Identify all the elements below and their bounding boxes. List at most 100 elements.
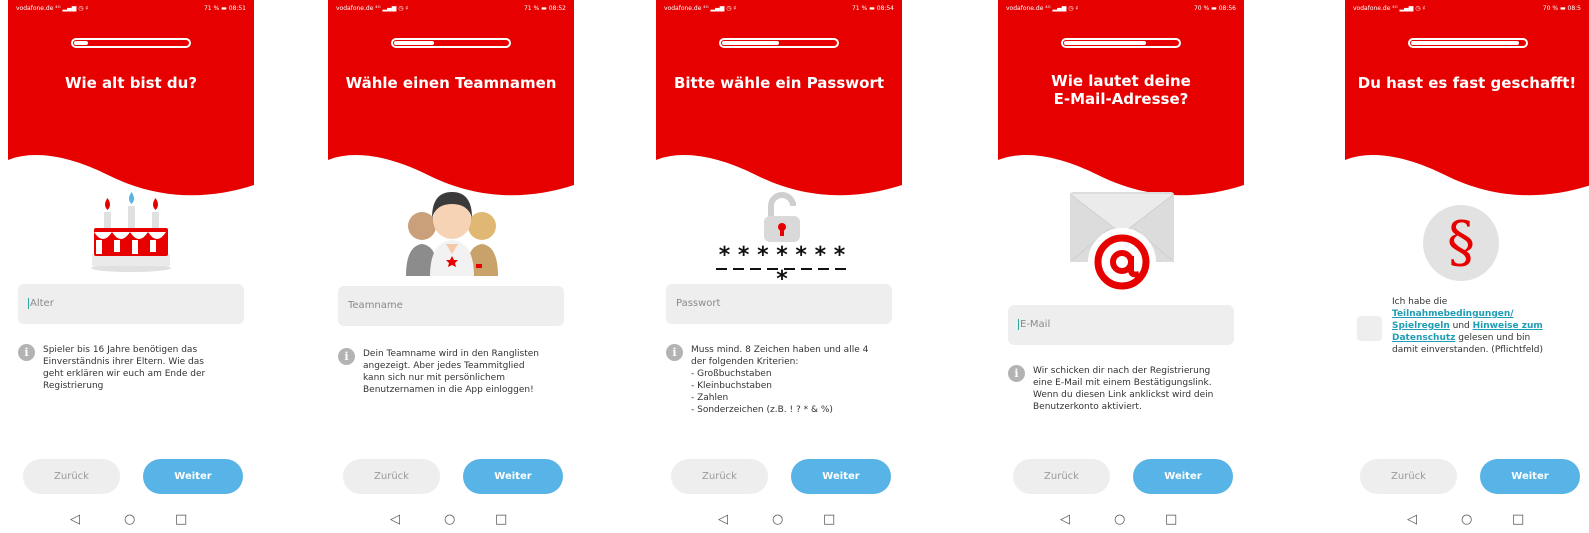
next-button[interactable]: Weiter: [1133, 459, 1233, 494]
status-bar: vodafone.de ⁴ᴳ ▂▄▆ ◷ ♯ 71 % ▬ 08:54: [656, 0, 902, 18]
consent-tail: gelesen und bin: [1455, 333, 1531, 343]
info-line: Spieler bis 16 Jahre benötigen das: [43, 345, 198, 355]
progress-fill: [394, 41, 434, 45]
page-title: Wie alt bist du?: [64, 74, 198, 92]
screen-age: vodafone.de ⁴ᴳ ▂▄▆ ◷ ♯ 71 % ▬ 08:51 Wie …: [8, 0, 254, 533]
info-text: Dein Teamname wird in den Ranglisten ang…: [363, 348, 568, 396]
info-line: - Großbuchstaben: [691, 369, 772, 379]
progress-bar: [1408, 38, 1528, 48]
info-line: Einverständnis ihrer Eltern. Wie das: [43, 357, 204, 367]
password-placeholder: Passwort: [676, 298, 721, 309]
consent-line: Ich habe die: [1392, 297, 1448, 307]
page-title-line: E-Mail-Adresse?: [1053, 90, 1189, 108]
android-nav-bar: ◁ ○ □: [1345, 508, 1589, 533]
rules-link[interactable]: Spielregeln: [1392, 321, 1450, 331]
back-button[interactable]: Zurück: [1360, 459, 1457, 494]
status-carrier: vodafone.de ⁴ᴳ ▂▄▆ ◷ ♯: [336, 5, 409, 12]
nav-home-icon[interactable]: ○: [444, 512, 455, 527]
info-line: Benutzernamen in die App einloggen!: [363, 385, 534, 395]
info-line: - Kleinbuchstaben: [691, 381, 773, 391]
progress-bar: [1061, 38, 1181, 48]
screen-email: vodafone.de ⁴ᴳ ▂▄▆ ◷ ♯ 70 % ▬ 08:56 Wie …: [998, 0, 1244, 533]
back-button[interactable]: Zurück: [671, 459, 768, 494]
paragraph-sign-icon: §: [1423, 205, 1499, 281]
nav-back-icon[interactable]: ◁: [390, 512, 400, 527]
nav-recents-icon[interactable]: □: [1165, 512, 1177, 527]
status-bar: vodafone.de ⁴ᴳ ▂▄▆ ◷ ♯ 71 % ▬ 08:52: [328, 0, 574, 18]
info-line: - Zahlen: [691, 393, 729, 403]
info-line: Dein Teamname wird in den Ranglisten: [363, 349, 540, 359]
text-caret: [1018, 318, 1019, 330]
privacy-link-part1[interactable]: Hinweise zum: [1473, 321, 1543, 331]
nav-recents-icon[interactable]: □: [495, 512, 507, 527]
nav-recents-icon[interactable]: □: [823, 512, 835, 527]
info-line: Muss mind. 8 Zeichen haben und alle 4: [691, 345, 869, 355]
info-line: Registrierung: [43, 381, 104, 391]
page-title: Bitte wähle ein Passwort: [673, 74, 885, 92]
nav-home-icon[interactable]: ○: [124, 512, 135, 527]
status-carrier: vodafone.de ⁴ᴳ ▂▄▆ ◷ ♯: [664, 5, 737, 12]
page-title: Wie lautet deine E-Mail-Adresse?: [998, 72, 1244, 108]
status-bar: vodafone.de ⁴ᴳ ▂▄▆ ◷ ♯ 71 % ▬ 08:51: [8, 0, 254, 18]
consent-tail: damit einverstanden. (Pflichtfeld): [1392, 345, 1544, 355]
status-carrier: vodafone.de ⁴ᴳ ▂▄▆ ◷ ♯: [1006, 5, 1079, 12]
back-button[interactable]: Zurück: [1013, 459, 1110, 494]
info-line: Benutzerkonto aktiviert.: [1033, 402, 1142, 412]
nav-recents-icon[interactable]: □: [175, 512, 187, 527]
nav-back-icon[interactable]: ◁: [1060, 512, 1070, 527]
next-button[interactable]: Weiter: [1480, 459, 1580, 494]
screen-password: vodafone.de ⁴ᴳ ▂▄▆ ◷ ♯ 71 % ▬ 08:54 Bitt…: [656, 0, 902, 533]
next-button[interactable]: Weiter: [463, 459, 563, 494]
age-input[interactable]: Alter: [18, 284, 244, 324]
next-button[interactable]: Weiter: [791, 459, 891, 494]
terms-link[interactable]: Teilnahmebedingungen/: [1392, 309, 1514, 319]
progress-bar: [719, 38, 839, 48]
nav-home-icon[interactable]: ○: [1461, 512, 1472, 527]
info-icon: i: [18, 344, 35, 361]
email-input[interactable]: E-Mail: [1008, 305, 1234, 345]
info-line: der folgenden Kriterien:: [691, 357, 799, 367]
status-battery-time: 71 % ▬ 08:51: [203, 5, 246, 12]
page-title: Wähle einen Teamnamen: [345, 74, 557, 92]
text-caret: [28, 297, 29, 309]
info-line: eine E-Mail mit einem Bestätigungslink.: [1033, 378, 1212, 388]
open-padlock-icon: [762, 192, 802, 248]
progress-bar: [71, 38, 191, 48]
nav-back-icon[interactable]: ◁: [718, 512, 728, 527]
nav-back-icon[interactable]: ◁: [1407, 512, 1417, 527]
next-button[interactable]: Weiter: [143, 459, 243, 494]
consent-checkbox[interactable]: [1357, 316, 1382, 341]
nav-recents-icon[interactable]: □: [1512, 512, 1524, 527]
status-carrier: vodafone.de ⁴ᴳ ▂▄▆ ◷ ♯: [16, 5, 89, 12]
progress-fill: [722, 41, 779, 45]
age-placeholder: Alter: [30, 298, 54, 309]
password-input[interactable]: Passwort: [666, 284, 892, 324]
info-line: geht erklären wir euch am Ende der: [43, 369, 206, 379]
nav-home-icon[interactable]: ○: [1114, 512, 1125, 527]
info-icon: i: [338, 348, 355, 365]
nav-back-icon[interactable]: ◁: [70, 512, 80, 527]
progress-fill: [74, 41, 88, 45]
info-icon: i: [666, 344, 683, 361]
teamname-input[interactable]: Teamname: [338, 286, 564, 326]
consent-and: und: [1449, 321, 1473, 331]
email-envelope-at-icon: [1068, 190, 1176, 306]
android-nav-bar: ◁ ○ □: [328, 508, 574, 533]
status-battery-time: 71 % ▬ 08:54: [851, 5, 894, 12]
back-button[interactable]: Zurück: [23, 459, 120, 494]
status-battery-time: 70 % ▬ 08:56: [1193, 5, 1236, 12]
info-text: Muss mind. 8 Zeichen haben und alle 4 de…: [691, 344, 896, 416]
android-nav-bar: ◁ ○ □: [998, 508, 1244, 533]
status-bar: vodafone.de ⁴ᴳ ▂▄▆ ◷ ♯ 70 % ▬ 08:5: [1345, 0, 1589, 18]
teamname-placeholder: Teamname: [348, 300, 403, 311]
progress-fill: [1064, 41, 1146, 45]
nav-home-icon[interactable]: ○: [772, 512, 783, 527]
info-text: Wir schicken dir nach der Registrierung …: [1033, 365, 1238, 413]
screen-teamname: vodafone.de ⁴ᴳ ▂▄▆ ◷ ♯ 71 % ▬ 08:52 Wähl…: [328, 0, 574, 533]
back-button[interactable]: Zurück: [343, 459, 440, 494]
info-line: kann sich nur mit persönlichem: [363, 373, 505, 383]
info-line: Wenn du diesen Link anklickst wird dein: [1033, 390, 1214, 400]
android-nav-bar: ◁ ○ □: [8, 508, 254, 533]
privacy-link-part2[interactable]: Datenschutz: [1392, 333, 1455, 343]
red-header: [8, 0, 254, 210]
